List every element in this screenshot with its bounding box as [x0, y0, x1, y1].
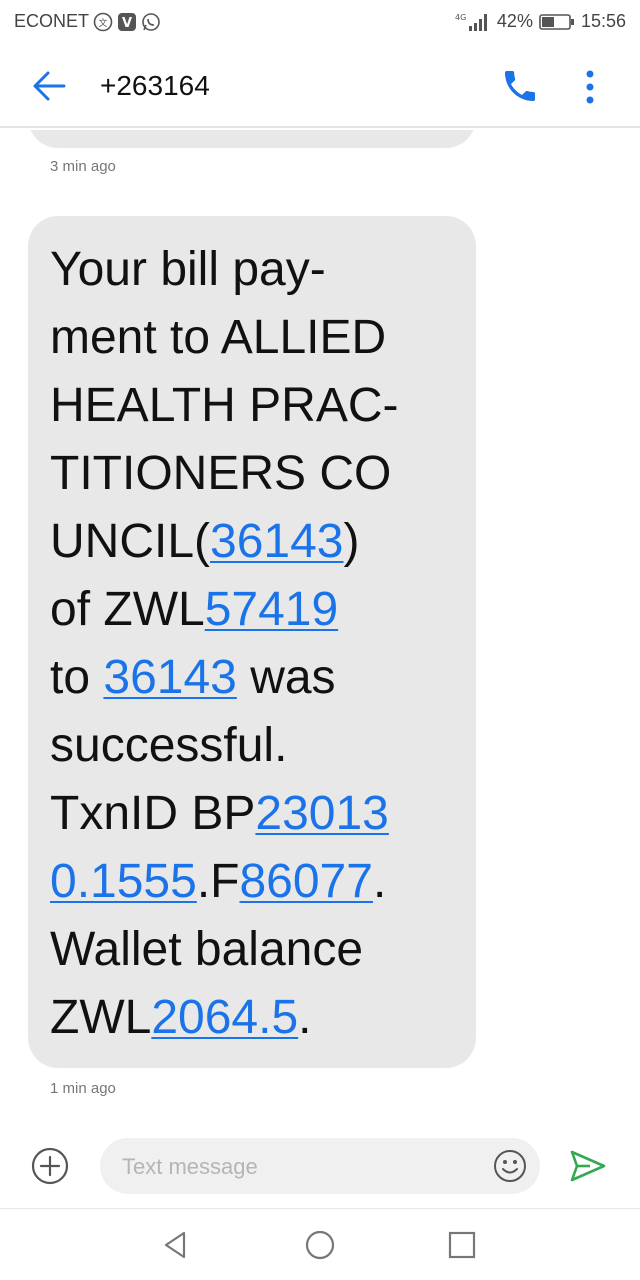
message-line: TITIONERS CO: [50, 440, 454, 508]
clock: 15:56: [580, 11, 626, 31]
message-text-segment: HEALTH PRAC-: [50, 379, 399, 432]
back-arrow-icon[interactable]: [28, 66, 72, 106]
previous-message-time: 3 min ago: [50, 158, 116, 175]
svg-text:文: 文: [99, 17, 108, 29]
translate-icon: 文: [93, 12, 113, 32]
message-text-segment: ): [343, 515, 360, 568]
whatsapp-icon: [141, 12, 161, 32]
recents-nav-icon[interactable]: [446, 1229, 478, 1261]
number-link[interactable]: 36143: [103, 651, 236, 704]
message-line: ZWL2064.5.: [50, 984, 454, 1052]
message-text-segment: TxnID BP: [50, 787, 256, 840]
message-text-segment: Your bill pay-: [50, 243, 326, 296]
number-link[interactable]: 86077: [239, 855, 372, 908]
message-text-segment: .: [298, 991, 312, 1044]
system-nav-bar: [0, 1208, 640, 1280]
message-composer: Text message: [0, 1130, 640, 1208]
home-nav-icon[interactable]: [304, 1229, 336, 1261]
more-vertical-icon[interactable]: [576, 66, 604, 108]
number-link[interactable]: 36143: [210, 515, 343, 568]
conversation-header: +263164: [0, 44, 640, 128]
message-input-placeholder: Text message: [122, 1154, 258, 1179]
svg-text:V: V: [122, 16, 132, 31]
message-text-segment: .F: [196, 855, 240, 908]
message-input[interactable]: Text message: [100, 1138, 540, 1194]
battery-icon: [539, 13, 575, 31]
message-list[interactable]: 3 min ago Your bill pay-ment to ALLIED HE…: [0, 130, 640, 1130]
message-text-segment: of ZWL: [50, 583, 205, 636]
signal-icon: 4G: [455, 12, 491, 32]
message-line: of ZWL57419: [50, 576, 454, 644]
number-link[interactable]: 23013: [255, 787, 388, 840]
message-line: ment to ALLIED: [50, 304, 454, 372]
message-line: Wallet balance: [50, 916, 454, 984]
carrier-name: ECONET: [14, 11, 90, 31]
message-text-segment: .: [372, 855, 387, 908]
back-nav-icon[interactable]: [160, 1229, 192, 1261]
message-text-segment: was: [236, 651, 336, 704]
number-link[interactable]: 2064.5: [151, 991, 298, 1044]
message-line: successful.: [50, 712, 454, 780]
message-text-segment: successful.: [50, 719, 288, 772]
number-link[interactable]: 57419: [205, 583, 338, 636]
message-text-segment: ZWL: [50, 991, 152, 1044]
add-icon[interactable]: [30, 1146, 70, 1186]
message-text-segment: UNCIL(: [50, 515, 211, 568]
message-line: HEALTH PRAC-: [50, 372, 454, 440]
previous-message-bubble[interactable]: [28, 130, 476, 148]
message-line: TxnID BP23013: [50, 780, 454, 848]
number-link[interactable]: 0.1555: [50, 855, 197, 908]
contact-number: +263164: [100, 70, 210, 101]
message-text-segment: ment to ALLIED: [50, 311, 387, 364]
message-text-segment: TITIONERS CO: [50, 447, 392, 500]
viber-icon: V: [117, 12, 137, 32]
status-bar: ECONET 文 V 4G 42% 15:56: [0, 0, 640, 44]
network-type: 4G: [455, 13, 466, 22]
message-line: to 36143 was: [50, 644, 454, 712]
message-bubble[interactable]: Your bill pay-ment to ALLIED HEALTH PRAC-…: [28, 216, 476, 1068]
message-line: Your bill pay-: [50, 236, 454, 304]
send-icon[interactable]: [568, 1148, 608, 1184]
message-line: UNCIL(36143): [50, 508, 454, 576]
message-text-segment: to: [50, 651, 104, 704]
message-text: Your bill pay-ment to ALLIED HEALTH PRAC-…: [50, 236, 454, 1052]
message-text-segment: Wallet balance: [50, 923, 364, 976]
battery-percent: 42%: [496, 11, 533, 31]
emoji-icon[interactable]: [492, 1148, 528, 1184]
message-line: 0.1555.F86077.: [50, 848, 454, 916]
message-time: 1 min ago: [50, 1080, 116, 1097]
phone-icon[interactable]: [500, 66, 540, 106]
